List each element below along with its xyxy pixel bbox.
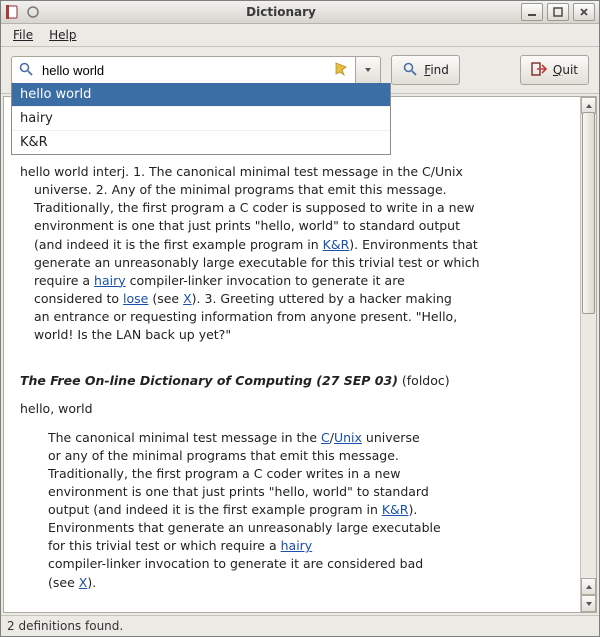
- quit-button[interactable]: Quit: [520, 55, 589, 85]
- scroll-up-button-2[interactable]: [581, 578, 596, 595]
- titlebar: Dictionary: [1, 1, 599, 24]
- quit-icon: [531, 61, 547, 80]
- suggestion-item[interactable]: K&R: [12, 131, 390, 154]
- window-title: Dictionary: [45, 5, 517, 19]
- close-button[interactable]: [573, 3, 595, 21]
- content-frame: hello world interj. 1. The canonical min…: [3, 96, 597, 613]
- search-dropdown-button[interactable]: [356, 56, 381, 84]
- link-hairy[interactable]: hairy: [281, 538, 313, 553]
- link-kr[interactable]: K&R: [382, 502, 409, 517]
- definition-2: hello, world The canonical minimal test …: [20, 400, 564, 591]
- minimize-button[interactable]: [521, 3, 543, 21]
- toolbar: Find Quit hello world hairy K&R: [1, 47, 599, 94]
- link-c[interactable]: C: [321, 430, 330, 445]
- search-combo: [11, 56, 381, 84]
- search-suggestions: hello world hairy K&R: [11, 83, 391, 155]
- scroll-track[interactable]: [581, 112, 596, 582]
- vertical-scrollbar[interactable]: [580, 97, 596, 612]
- menu-file[interactable]: File: [7, 26, 39, 44]
- menubar: File Help: [1, 24, 599, 47]
- find-button[interactable]: Find: [391, 55, 460, 85]
- source-heading: The Free On-line Dictionary of Computing…: [20, 372, 564, 390]
- app-window: Dictionary File Help: [0, 0, 600, 637]
- scroll-thumb[interactable]: [582, 112, 595, 314]
- clear-icon[interactable]: [333, 61, 349, 80]
- app-icon: [5, 4, 21, 20]
- link-lose[interactable]: lose: [123, 291, 148, 306]
- definition-1: hello world interj. 1. The canonical min…: [20, 163, 564, 344]
- search-box[interactable]: [11, 56, 356, 84]
- scroll-down-button[interactable]: [581, 595, 596, 612]
- link-x[interactable]: X: [183, 291, 192, 306]
- suggestion-item[interactable]: hairy: [12, 107, 390, 131]
- window-menu-icon[interactable]: [25, 4, 41, 20]
- maximize-button[interactable]: [547, 3, 569, 21]
- link-hairy[interactable]: hairy: [94, 273, 126, 288]
- link-unix[interactable]: Unix: [334, 430, 362, 445]
- suggestion-item[interactable]: hello world: [12, 83, 390, 107]
- status-text: 2 definitions found.: [7, 619, 123, 633]
- search-icon: [18, 61, 34, 80]
- link-kr[interactable]: K&R: [323, 237, 350, 252]
- search-input[interactable]: [40, 62, 327, 79]
- menu-help[interactable]: Help: [43, 26, 82, 44]
- find-icon: [402, 61, 418, 80]
- chevron-down-icon: [363, 65, 373, 75]
- statusbar: 2 definitions found.: [1, 615, 599, 636]
- definition-content: hello world interj. 1. The canonical min…: [4, 97, 580, 612]
